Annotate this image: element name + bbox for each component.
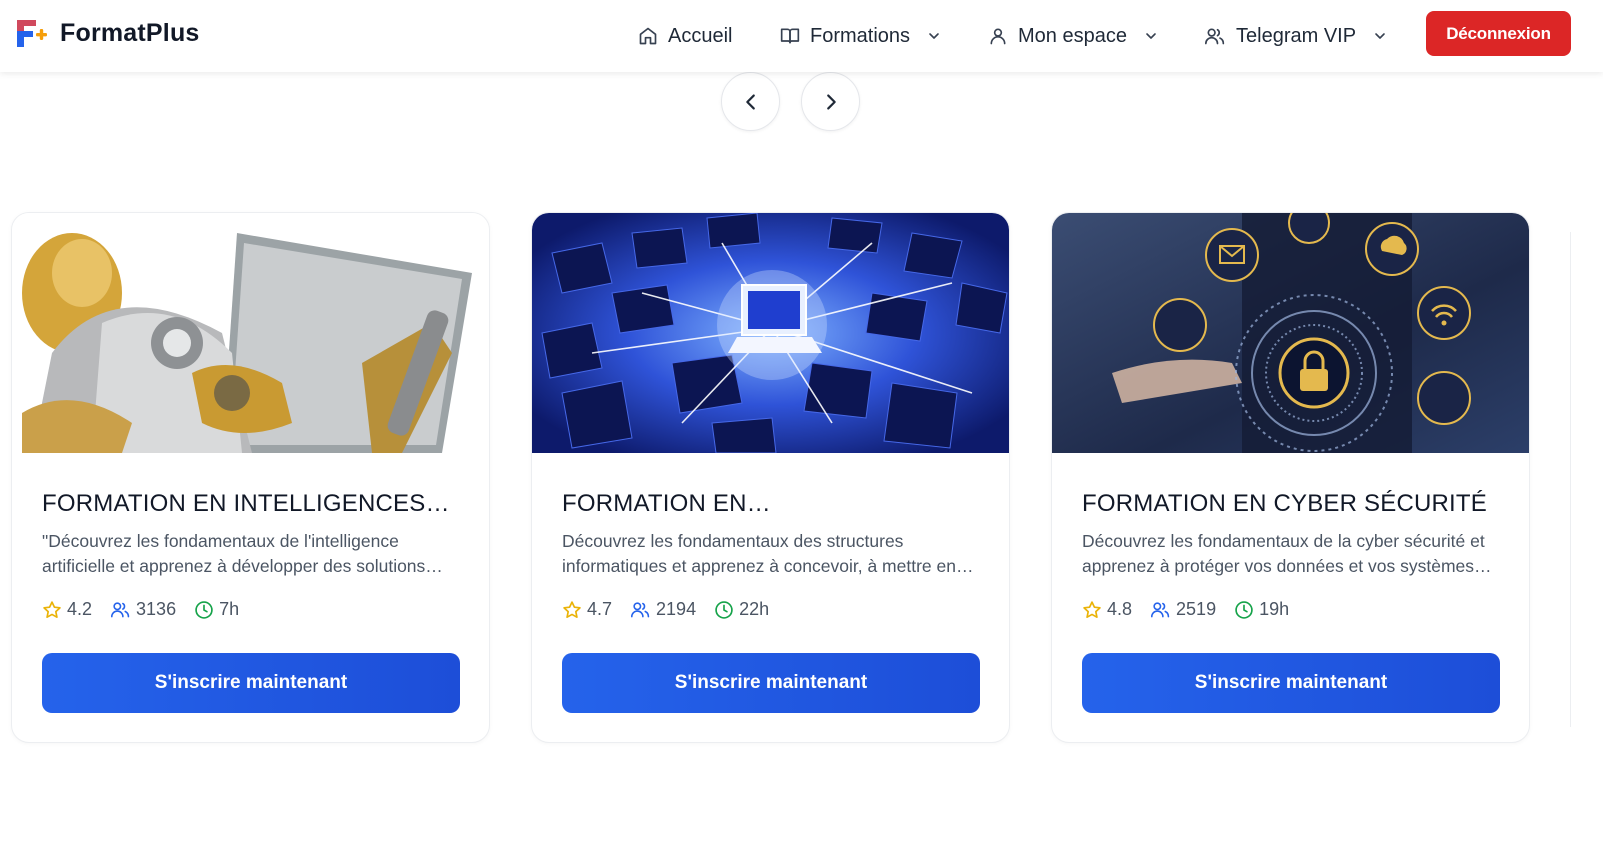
home-icon (639, 27, 657, 45)
carousel-next-button[interactable] (801, 72, 860, 131)
course-description-line: "Découvrez les fondamentaux de l'intelli… (42, 531, 399, 551)
user-icon (990, 28, 1006, 45)
course-card: FORMATION EN INTELLIGENCES… "Découvrez l… (11, 212, 490, 743)
rating-value: 4.2 (67, 599, 93, 619)
course-description-line: Découvrez les fondamentaux des structure… (562, 531, 904, 551)
chevron-right-icon (826, 93, 836, 110)
course-title[interactable]: FORMATION EN CYBER SÉCURITÉ (1082, 490, 1502, 518)
duration-value: 7h (219, 599, 240, 619)
students-count: 2519 (1176, 599, 1217, 619)
rating-stat: 4.2 (42, 599, 92, 620)
course-title[interactable]: FORMATION EN INTELLIGENCES… (42, 490, 462, 518)
enroll-button[interactable]: S'inscrire maintenant (562, 653, 980, 713)
course-description: Découvrez les fondamentaux de la cyber s… (1082, 529, 1502, 579)
course-stats: 4.7 2194 22h (562, 599, 787, 620)
students-stat: 2194 (630, 599, 696, 620)
nav-telegram-vip-label: Telegram VIP (1236, 24, 1357, 47)
nav-telegram-vip[interactable]: Telegram VIP (1204, 20, 1388, 52)
course-description: "Découvrez les fondamentaux de l'intelli… (42, 529, 462, 579)
rating-value: 4.7 (587, 599, 613, 619)
course-title[interactable]: FORMATION EN… (562, 490, 982, 518)
duration-stat: 22h (714, 599, 769, 620)
clock-icon (715, 600, 733, 619)
rating-value: 4.8 (1107, 599, 1133, 619)
users-icon (111, 602, 130, 618)
chevron-down-icon (929, 33, 939, 39)
rating-stat: 4.7 (562, 599, 612, 620)
duration-value: 22h (739, 599, 770, 619)
star-icon (563, 600, 581, 618)
nav-home-label: Accueil (668, 24, 733, 47)
security-image (1052, 213, 1529, 453)
brand-logo[interactable]: FormatPlus (14, 16, 200, 50)
duration-stat: 7h (194, 599, 239, 620)
course-description: Découvrez les fondamentaux des structure… (562, 529, 982, 579)
logo-icon (17, 20, 47, 47)
enroll-button[interactable]: S'inscrire maintenant (1082, 653, 1500, 713)
duration-stat: 19h (1234, 599, 1289, 620)
next-card-edge (1570, 232, 1571, 727)
enroll-button[interactable]: S'inscrire maintenant (42, 653, 460, 713)
students-count: 2194 (656, 599, 697, 619)
students-stat: 3136 (110, 599, 176, 620)
duration-value: 19h (1259, 599, 1290, 619)
star-icon (43, 600, 61, 618)
book-icon (780, 28, 800, 44)
course-description-line: Découvrez les fondamentaux de la cyber s… (1082, 531, 1485, 551)
chevron-left-icon (745, 93, 755, 110)
nav-formations[interactable]: Formations (780, 20, 942, 52)
students-count: 3136 (136, 599, 177, 619)
nav-mon-espace[interactable]: Mon espace (988, 20, 1159, 52)
top-navbar: FormatPlus Accueil Formations Mon espace… (0, 0, 1603, 72)
robot-image (12, 213, 489, 453)
course-stats: 4.8 2519 19h (1082, 599, 1307, 620)
nav-formations-label: Formations (810, 24, 911, 47)
course-description-line: artificielle et apprenez à développer de… (42, 556, 443, 576)
course-card: FORMATION EN CYBER SÉCURITÉ Découvrez le… (1051, 212, 1530, 743)
students-stat: 2519 (1150, 599, 1216, 620)
logout-button[interactable]: Déconnexion (1426, 11, 1571, 56)
brand-name: FormatPlus (60, 18, 200, 47)
rating-stat: 4.8 (1082, 599, 1132, 620)
chevron-down-icon (1375, 33, 1385, 39)
course-description-line: informatiques et apprenez à concevoir, à… (562, 556, 974, 576)
star-icon (1083, 600, 1101, 618)
users-icon (631, 602, 650, 618)
carousel-prev-button[interactable] (721, 72, 780, 131)
clock-icon (195, 600, 213, 619)
nav-home[interactable]: Accueil (638, 20, 732, 52)
course-stats: 4.2 3136 7h (42, 599, 257, 620)
clock-icon (1235, 600, 1253, 619)
network-image (532, 213, 1009, 453)
course-description-line: apprenez à protéger vos données et vos s… (1082, 556, 1492, 576)
users-icon (1205, 28, 1225, 45)
course-card: FORMATION EN… Découvrez les fondamentaux… (531, 212, 1010, 743)
users-icon (1151, 602, 1170, 618)
nav-mon-espace-label: Mon espace (1018, 24, 1127, 47)
chevron-down-icon (1146, 33, 1156, 39)
